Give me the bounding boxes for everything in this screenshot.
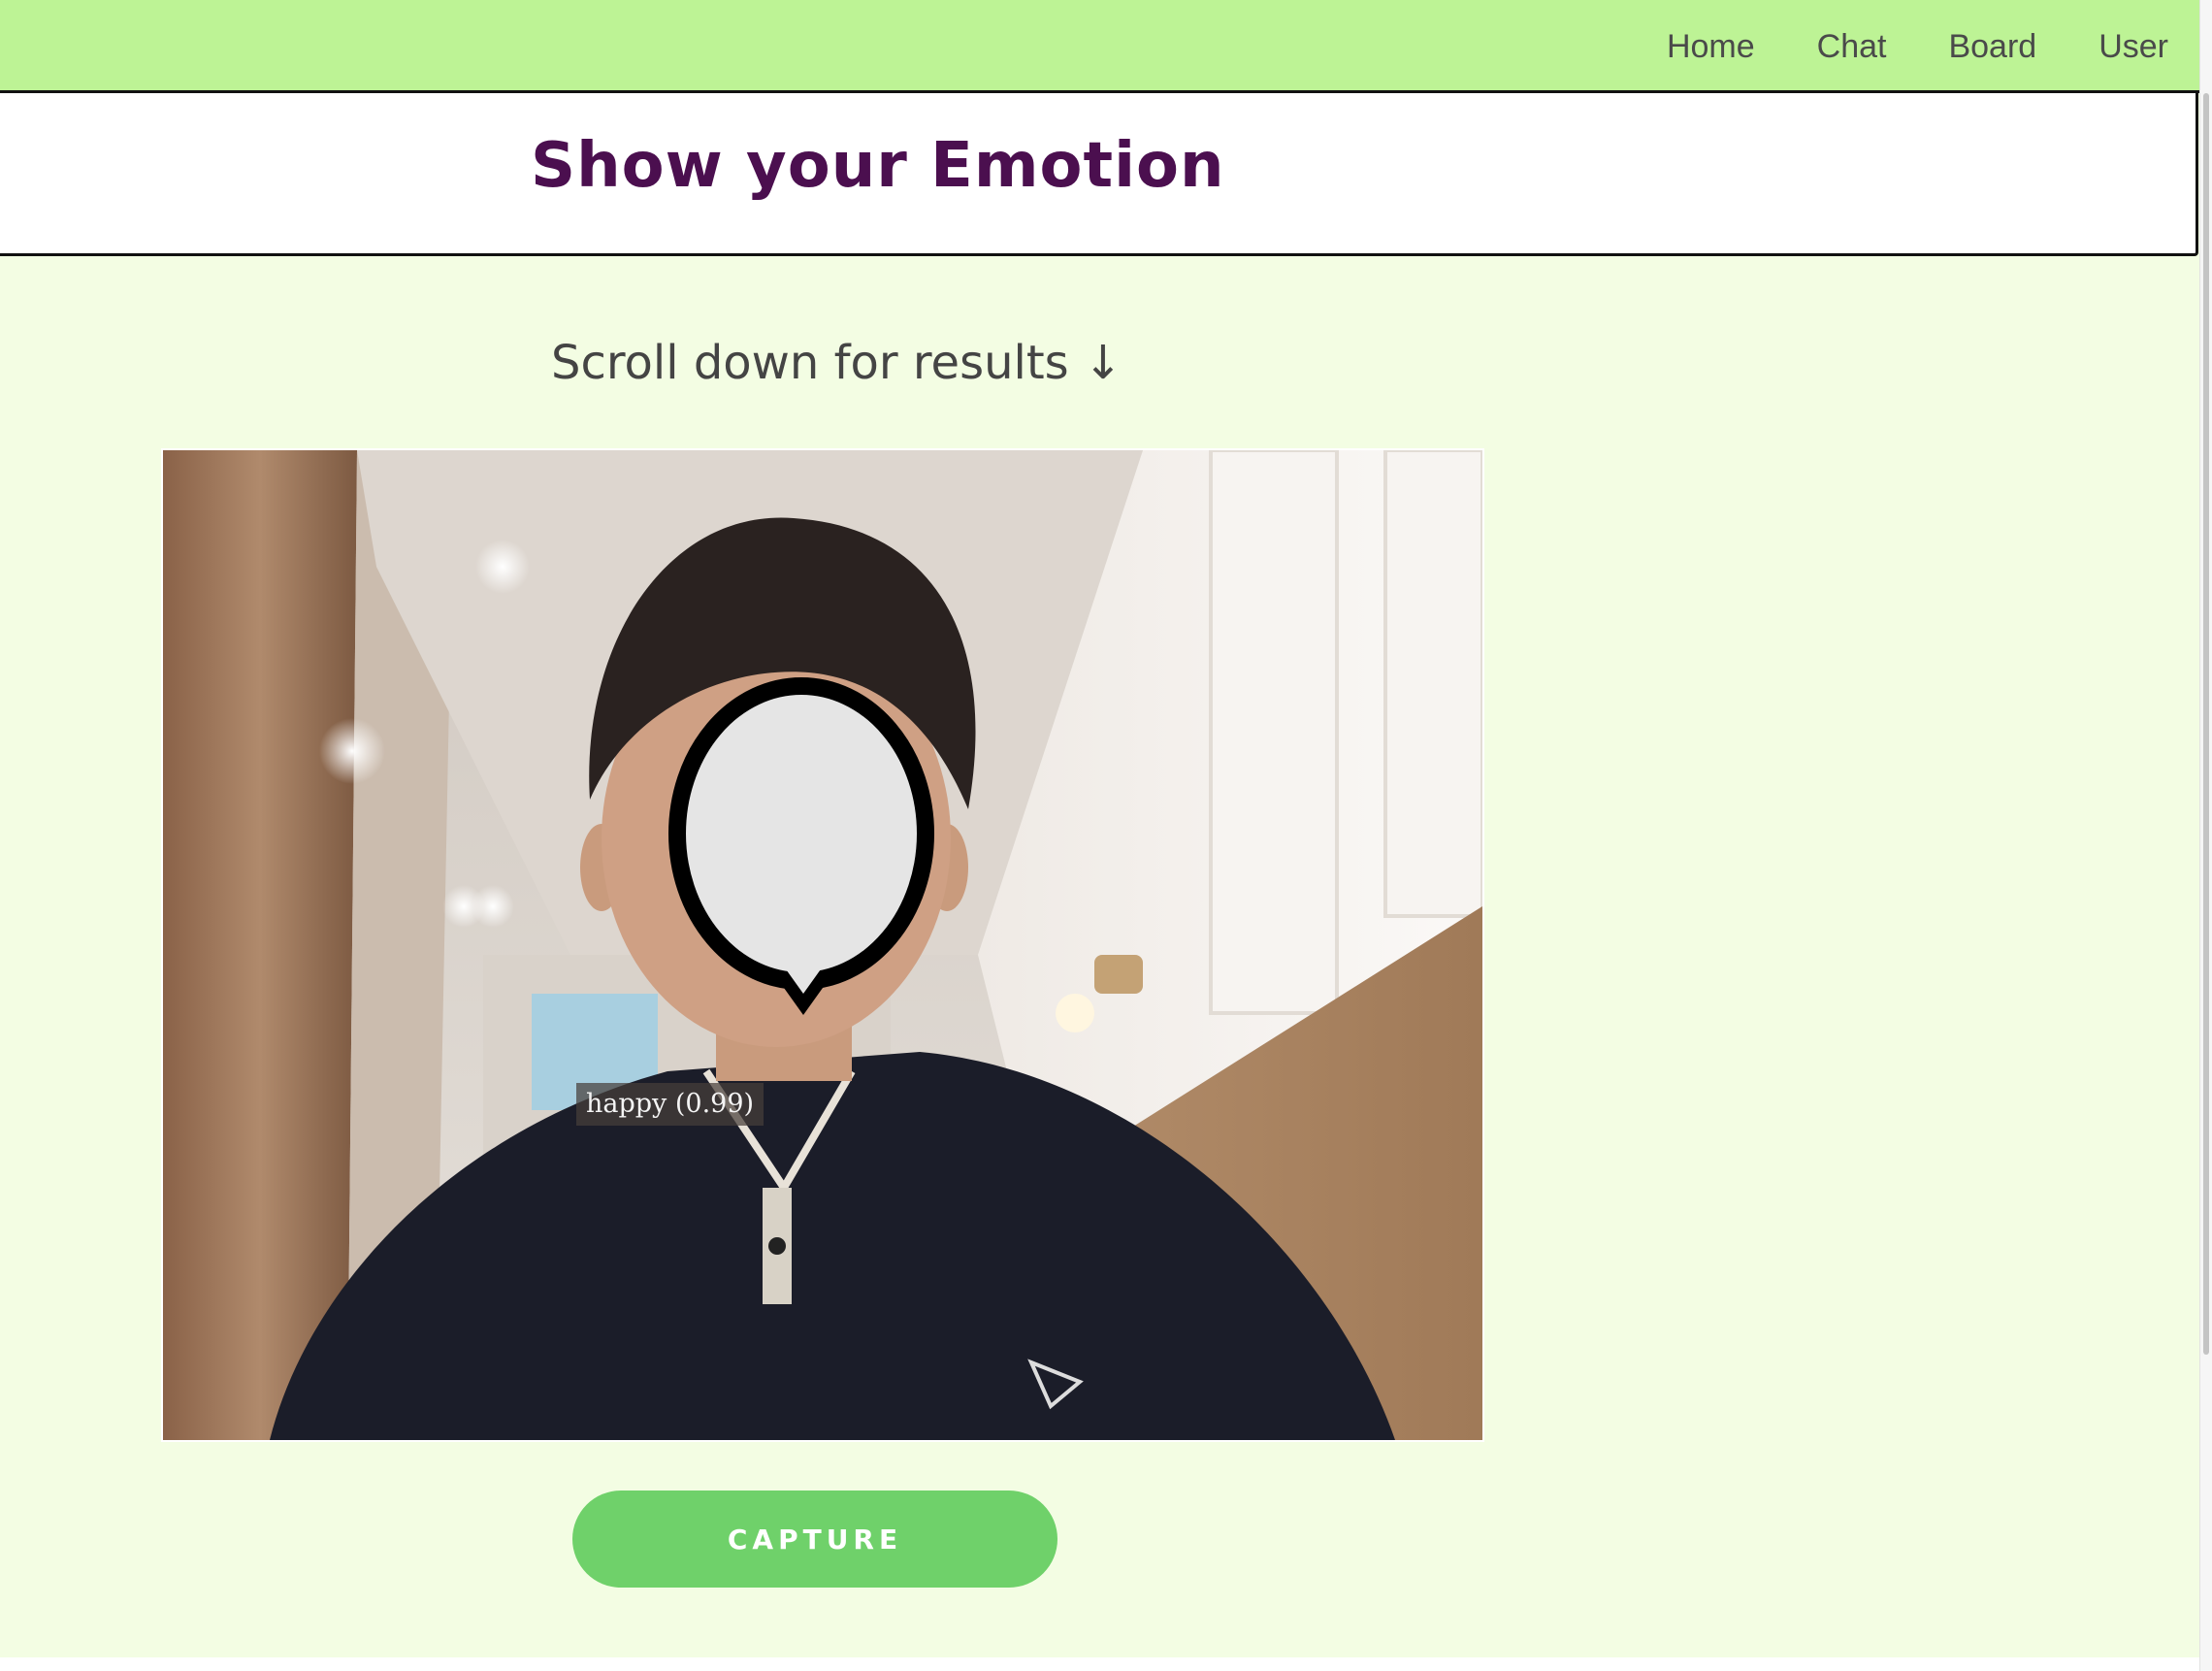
scroll-hint: Scroll down for results ↓ <box>551 336 1123 390</box>
emotion-label: happy (0.99) <box>576 1083 764 1127</box>
nav-items: Home Chat Board User <box>1667 0 2168 93</box>
page-title: Show your Emotion <box>531 130 1225 202</box>
top-nav: Home Chat Board User <box>0 0 2199 93</box>
scrollbar-thumb[interactable] <box>2203 93 2209 1355</box>
nav-user[interactable]: User <box>2098 28 2168 66</box>
title-banner: Show your Emotion <box>0 93 2198 256</box>
nav-home[interactable]: Home <box>1667 28 1755 66</box>
camera-frame <box>161 448 1484 1442</box>
bottom-band <box>0 1657 2199 1671</box>
nav-board[interactable]: Board <box>1948 28 2036 66</box>
webcam-feed <box>163 450 1482 1440</box>
capture-button[interactable]: CAPTURE <box>572 1491 1057 1588</box>
nav-chat[interactable]: Chat <box>1817 28 1887 66</box>
